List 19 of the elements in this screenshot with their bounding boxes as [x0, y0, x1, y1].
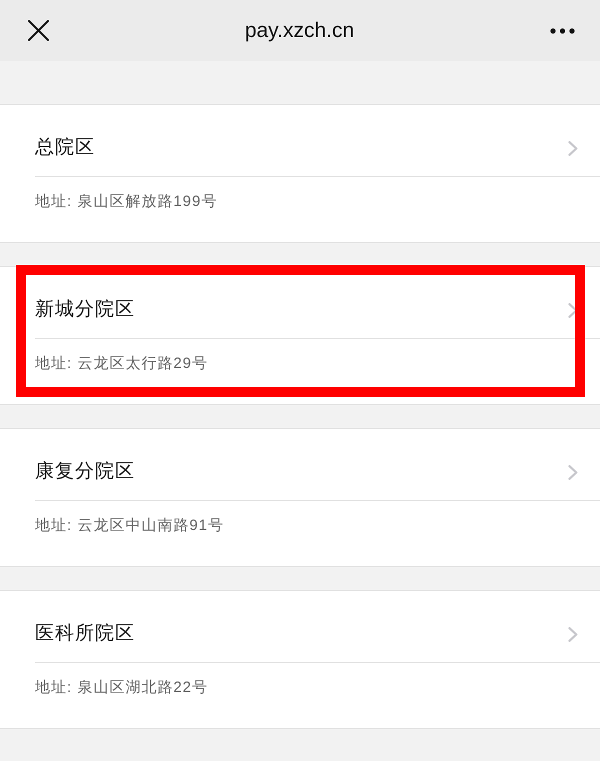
campus-card[interactable]: 总院区 地址: 泉山区解放路199号 [0, 104, 600, 243]
campus-card[interactable]: 医科所院区 地址: 泉山区湖北路22号 [0, 590, 600, 729]
chevron-icon [568, 303, 578, 318]
chevron-icon [568, 465, 578, 480]
chevron-icon [568, 627, 578, 642]
campus-address: 地址: 泉山区湖北路22号 [35, 679, 208, 696]
campus-address: 地址: 泉山区解放路199号 [35, 193, 218, 210]
close-icon[interactable] [28, 20, 49, 41]
campus-card[interactable]: 新城分院区 地址: 云龙区太行路29号 [0, 266, 600, 405]
chevron-icon [568, 141, 578, 156]
page-title: pay.xzch.cn [244, 18, 354, 44]
campus-address: 地址: 云龙区太行路29号 [35, 355, 208, 372]
campus-card[interactable]: 康复分院区 地址: 云龙区中山南路91号 [0, 428, 600, 567]
more-icon[interactable] [550, 28, 575, 34]
campus-name: 新城分院区 [35, 299, 135, 321]
campus-name: 总院区 [35, 137, 95, 159]
campus-address: 地址: 云龙区中山南路91号 [35, 517, 224, 534]
campus-name: 医科所院区 [35, 623, 135, 645]
campus-name: 康复分院区 [35, 461, 135, 483]
